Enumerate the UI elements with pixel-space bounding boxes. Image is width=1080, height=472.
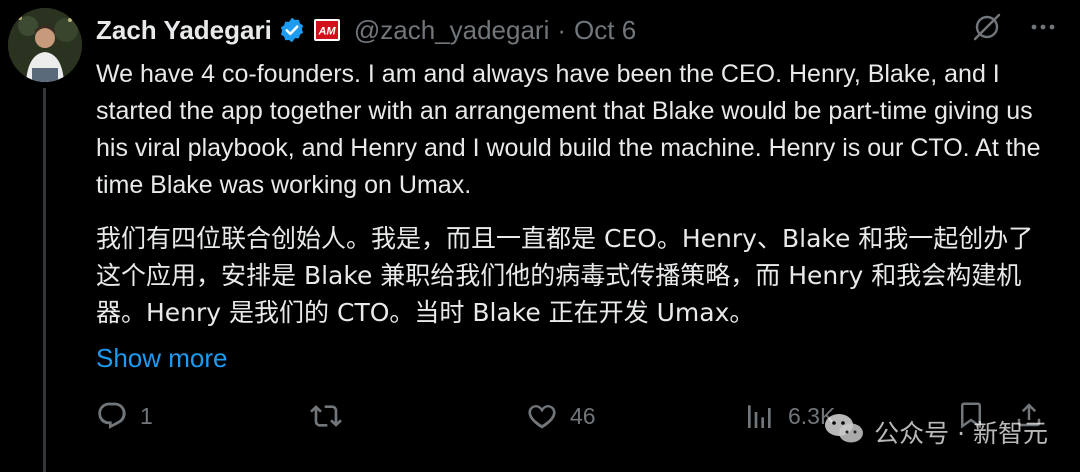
- author-handle[interactable]: @zach_yadegari: [354, 15, 550, 46]
- grok-icon[interactable]: [972, 12, 1002, 47]
- tweet-text-english: We have 4 co-founders. I am and always h…: [96, 60, 1041, 199]
- affiliate-badge-icon[interactable]: AM: [313, 19, 340, 41]
- views-chart-icon: [744, 400, 776, 432]
- tweet-header: Zach Yadegari AM @zach_yadegari · Oct 6: [96, 10, 636, 50]
- avatar-image: [8, 8, 82, 82]
- watermark: 公众号 · 新智元: [824, 412, 1048, 452]
- reply-count: 1: [140, 402, 153, 429]
- affiliate-badge-text: AM: [317, 26, 336, 38]
- tweet-top-actions: [972, 12, 1058, 47]
- like-count: 46: [570, 402, 596, 429]
- avatar[interactable]: [8, 8, 82, 82]
- reply-button[interactable]: 1: [96, 400, 153, 432]
- like-button[interactable]: 46: [526, 400, 596, 432]
- views-button[interactable]: 6.3K: [744, 400, 835, 432]
- retweet-icon: [310, 400, 342, 432]
- header-separator: ·: [557, 14, 567, 45]
- retweet-button[interactable]: [310, 400, 354, 432]
- show-more-link[interactable]: Show more: [96, 343, 228, 374]
- verified-badge-icon: [278, 16, 306, 44]
- tweet-date[interactable]: Oct 6: [574, 15, 636, 46]
- more-dots-icon[interactable]: [1028, 12, 1058, 47]
- wechat-icon: [824, 412, 864, 452]
- tweet: Zach Yadegari AM @zach_yadegari · Oct 6: [0, 0, 1080, 472]
- author-name[interactable]: Zach Yadegari: [96, 15, 272, 46]
- heart-icon: [526, 400, 558, 432]
- tweet-body: We have 4 co-founders. I am and always h…: [96, 56, 1056, 331]
- thread-line: [43, 88, 46, 472]
- tweet-text-chinese: 我们有四位联合创始人。我是，而且一直都是 CEO。Henry、Blake 和我一…: [96, 224, 1034, 327]
- reply-icon: [96, 400, 128, 432]
- watermark-text: 公众号 · 新智元: [874, 419, 1048, 448]
